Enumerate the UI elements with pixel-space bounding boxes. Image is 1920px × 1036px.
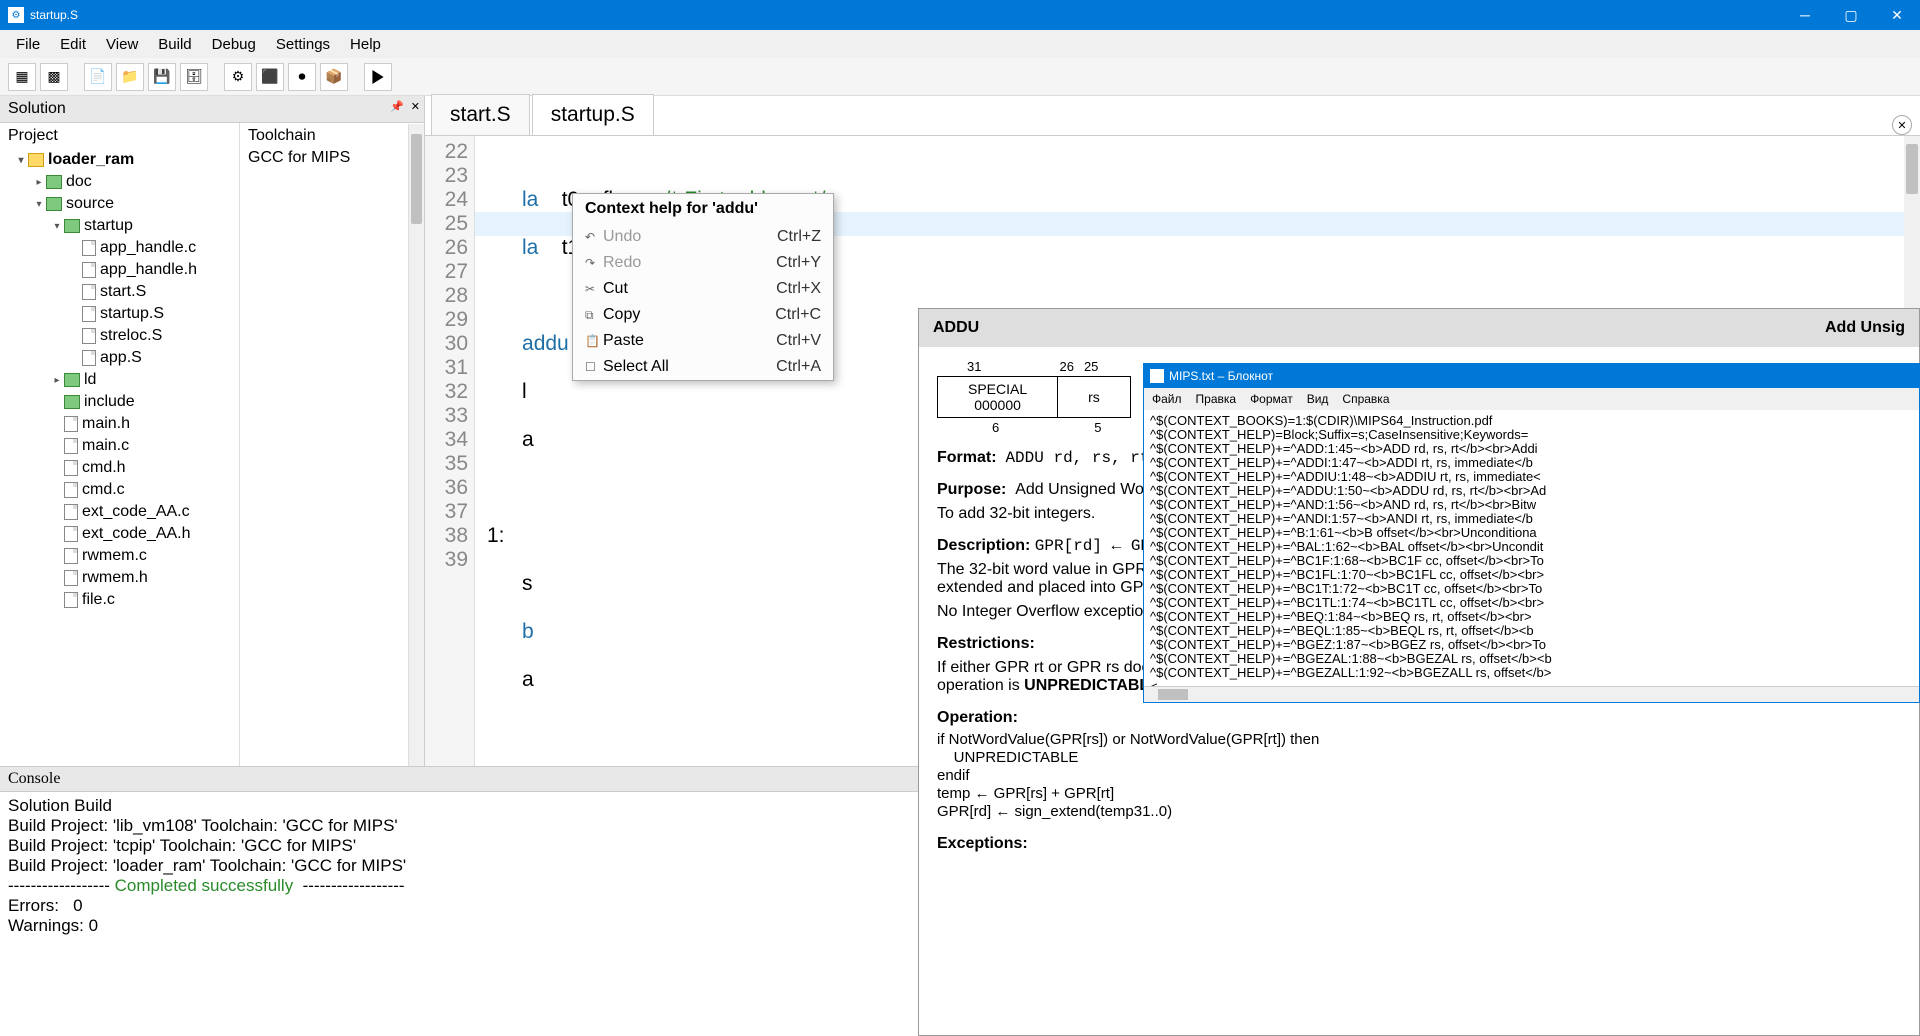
- package-button[interactable]: 📦: [320, 63, 348, 91]
- tree-streloc-s[interactable]: streloc.S: [0, 325, 239, 347]
- project-tree: ▾loader_ram ▸doc ▾source ▾startup app_ha…: [0, 149, 239, 611]
- toolbar-btn-2[interactable]: ▩: [40, 63, 68, 91]
- tree-rwmem-c[interactable]: rwmem.c: [0, 545, 239, 567]
- minimize-button[interactable]: ─: [1782, 0, 1828, 30]
- notepad-menu-view[interactable]: Вид: [1307, 392, 1329, 406]
- menu-cut[interactable]: ✂CutCtrl+X: [573, 276, 833, 302]
- tree-startup-s[interactable]: startup.S: [0, 303, 239, 325]
- menu-file[interactable]: File: [6, 32, 50, 57]
- toolchain-value: GCC for MIPS: [248, 149, 416, 167]
- pin-icon[interactable]: 📌: [390, 100, 404, 113]
- bits-table: SPECIAL000000rs: [937, 376, 1131, 418]
- menu-settings[interactable]: Settings: [266, 32, 340, 57]
- notepad-menu-help[interactable]: Справка: [1342, 392, 1389, 406]
- save-all-button[interactable]: 🗄: [180, 63, 208, 91]
- tree-doc[interactable]: ▸doc: [0, 171, 239, 193]
- titlebar: ⚙ startup.S ─ ▢ ✕: [0, 0, 1920, 30]
- toolbar: ▦ ▩ 📄 📁 💾 🗄 ⚙ ⬛ ⏺ 📦: [0, 58, 1920, 96]
- notepad-text[interactable]: ^$(CONTEXT_BOOKS)=1:$(CDIR)\MIPS64_Instr…: [1144, 410, 1919, 686]
- tree-main-h[interactable]: main.h: [0, 413, 239, 435]
- open-button[interactable]: 📁: [116, 63, 144, 91]
- tree-cmd-c[interactable]: cmd.c: [0, 479, 239, 501]
- left-scrollbar[interactable]: [408, 124, 424, 766]
- toolbar-btn-1[interactable]: ▦: [8, 63, 36, 91]
- menu-help[interactable]: Help: [340, 32, 391, 57]
- toolchain-header: Toolchain: [248, 127, 416, 145]
- menubar: File Edit View Build Debug Settings Help: [0, 30, 1920, 58]
- tree-start-s[interactable]: start.S: [0, 281, 239, 303]
- tab-start[interactable]: start.S: [431, 94, 530, 135]
- operation-code: if NotWordValue(GPR[rs]) or NotWordValue…: [937, 731, 1901, 821]
- tree-include[interactable]: include: [0, 391, 239, 413]
- tree-file-c[interactable]: file.c: [0, 589, 239, 611]
- tree-ext-code-aa-h[interactable]: ext_code_AA.h: [0, 523, 239, 545]
- tree-ext-code-aa-c[interactable]: ext_code_AA.c: [0, 501, 239, 523]
- menu-select-all[interactable]: ☐Select AllCtrl+A: [573, 354, 833, 380]
- tree-startup[interactable]: ▾startup: [0, 215, 239, 237]
- notepad-menu-format[interactable]: Формат: [1250, 392, 1293, 406]
- window-title: startup.S: [30, 8, 78, 22]
- notepad-menu-edit[interactable]: Правка: [1196, 392, 1237, 406]
- maximize-button[interactable]: ▢: [1828, 0, 1874, 30]
- menu-redo[interactable]: ↷RedoCtrl+Y: [573, 250, 833, 276]
- tree-app-s[interactable]: app.S: [0, 347, 239, 369]
- notepad-menubar: Файл Правка Формат Вид Справка: [1144, 388, 1919, 410]
- tab-startup[interactable]: startup.S: [532, 94, 654, 135]
- tree-rwmem-h[interactable]: rwmem.h: [0, 567, 239, 589]
- help-mnemonic: ADDU: [933, 319, 979, 337]
- solution-header: Solution 📌 ✕: [0, 96, 424, 123]
- editor-tabs: start.S startup.S ✕: [425, 96, 1920, 136]
- save-button[interactable]: 💾: [148, 63, 176, 91]
- solution-header-label: Solution: [8, 100, 66, 117]
- notepad-hscroll[interactable]: [1144, 686, 1919, 702]
- app-icon: ⚙: [8, 7, 24, 23]
- record-button[interactable]: ⏺: [288, 63, 316, 91]
- menu-view[interactable]: View: [96, 32, 148, 57]
- stop-button[interactable]: ⬛: [256, 63, 284, 91]
- close-panel-icon[interactable]: ✕: [411, 100, 420, 113]
- menu-copy[interactable]: ⧉CopyCtrl+C: [573, 302, 833, 328]
- tree-root[interactable]: ▾loader_ram: [0, 149, 239, 171]
- help-name: Add Unsig: [1825, 319, 1905, 337]
- menu-edit[interactable]: Edit: [50, 32, 96, 57]
- menu-undo[interactable]: ↶UndoCtrl+Z: [573, 224, 833, 250]
- new-file-button[interactable]: 📄: [84, 63, 112, 91]
- tree-root-label: loader_ram: [48, 151, 134, 169]
- close-button[interactable]: ✕: [1874, 0, 1920, 30]
- tree-app-handle-h[interactable]: app_handle.h: [0, 259, 239, 281]
- menu-build[interactable]: Build: [148, 32, 201, 57]
- line-gutter: 222324252627282930313233343536373839: [425, 136, 475, 766]
- context-menu-title: Context help for 'addu': [573, 194, 833, 224]
- gear-button[interactable]: ⚙: [224, 63, 252, 91]
- run-button[interactable]: [364, 63, 392, 91]
- project-column-header: Project: [0, 123, 239, 149]
- menu-debug[interactable]: Debug: [202, 32, 266, 57]
- tree-app-handle-c[interactable]: app_handle.c: [0, 237, 239, 259]
- notepad-titlebar[interactable]: MIPS.txt – Блокнот: [1144, 364, 1919, 388]
- menu-paste[interactable]: 📋PasteCtrl+V: [573, 328, 833, 354]
- notepad-menu-file[interactable]: Файл: [1152, 392, 1182, 406]
- notepad-title: MIPS.txt – Блокнот: [1169, 369, 1273, 383]
- tree-source[interactable]: ▾source: [0, 193, 239, 215]
- context-menu: Context help for 'addu' ↶UndoCtrl+Z ↷Red…: [572, 193, 834, 381]
- tree-ld[interactable]: ▸ld: [0, 369, 239, 391]
- solution-panel: Solution 📌 ✕ Project ▾loader_ram ▸doc ▾s…: [0, 96, 425, 766]
- tree-main-c[interactable]: main.c: [0, 435, 239, 457]
- tab-close-button[interactable]: ✕: [1892, 115, 1912, 135]
- notepad-window: MIPS.txt – Блокнот Файл Правка Формат Ви…: [1143, 363, 1920, 703]
- tree-cmd-h[interactable]: cmd.h: [0, 457, 239, 479]
- notepad-icon: [1150, 369, 1164, 383]
